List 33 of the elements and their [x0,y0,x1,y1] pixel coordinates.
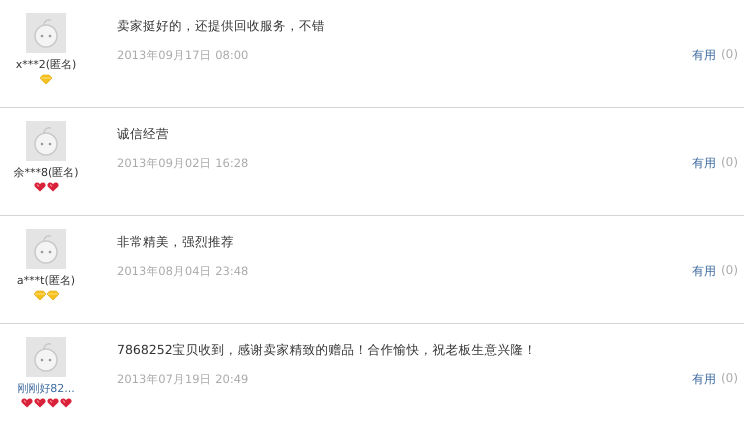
review-text: 7868252宝贝收到，感谢卖家精致的赠品！合作愉快，祝老板生意兴隆！ [117,341,538,359]
diamond-icon [34,290,46,300]
user-link[interactable]: 刚刚好82... [17,381,75,396]
user-name: x***2(匿名) [16,57,76,72]
avatar-icon [26,337,66,377]
review-date: 2013年08月04日 23:48 [117,264,248,279]
helpful-count: (0) [721,371,738,387]
helpful-link[interactable]: 有用 [692,47,716,64]
heart-icon [46,182,58,192]
heart-icon [34,398,46,408]
heart-icon [60,398,72,408]
review-text: 非常精美，强烈推荐 [117,233,235,251]
helpful-count: (0) [721,155,738,171]
helpful-link[interactable]: 有用 [692,371,716,388]
review-text: 卖家挺好的，还提供回收服务，不错 [117,17,326,35]
heart-icon [20,398,32,408]
avatar-icon [26,13,66,53]
review-date: 2013年09月02日 16:28 [117,156,248,171]
user-name: a***t(匿名) [16,273,76,288]
avatar-icon [26,229,66,269]
diamond-icon [46,290,58,300]
helpful-link[interactable]: 有用 [692,155,716,172]
helpful-link[interactable]: 有用 [692,263,716,280]
diamond-icon [40,74,52,84]
helpful-count: (0) [721,263,738,279]
avatar-icon [26,121,66,161]
heart-icon [46,398,58,408]
review-date: 2013年09月17日 08:00 [117,48,248,63]
helpful-count: (0) [721,47,738,63]
review-date: 2013年07月19日 20:49 [117,372,248,387]
review-text: 诚信经营 [117,125,170,143]
user-name: 余***8(匿名) [13,165,79,180]
heart-icon [34,182,46,192]
